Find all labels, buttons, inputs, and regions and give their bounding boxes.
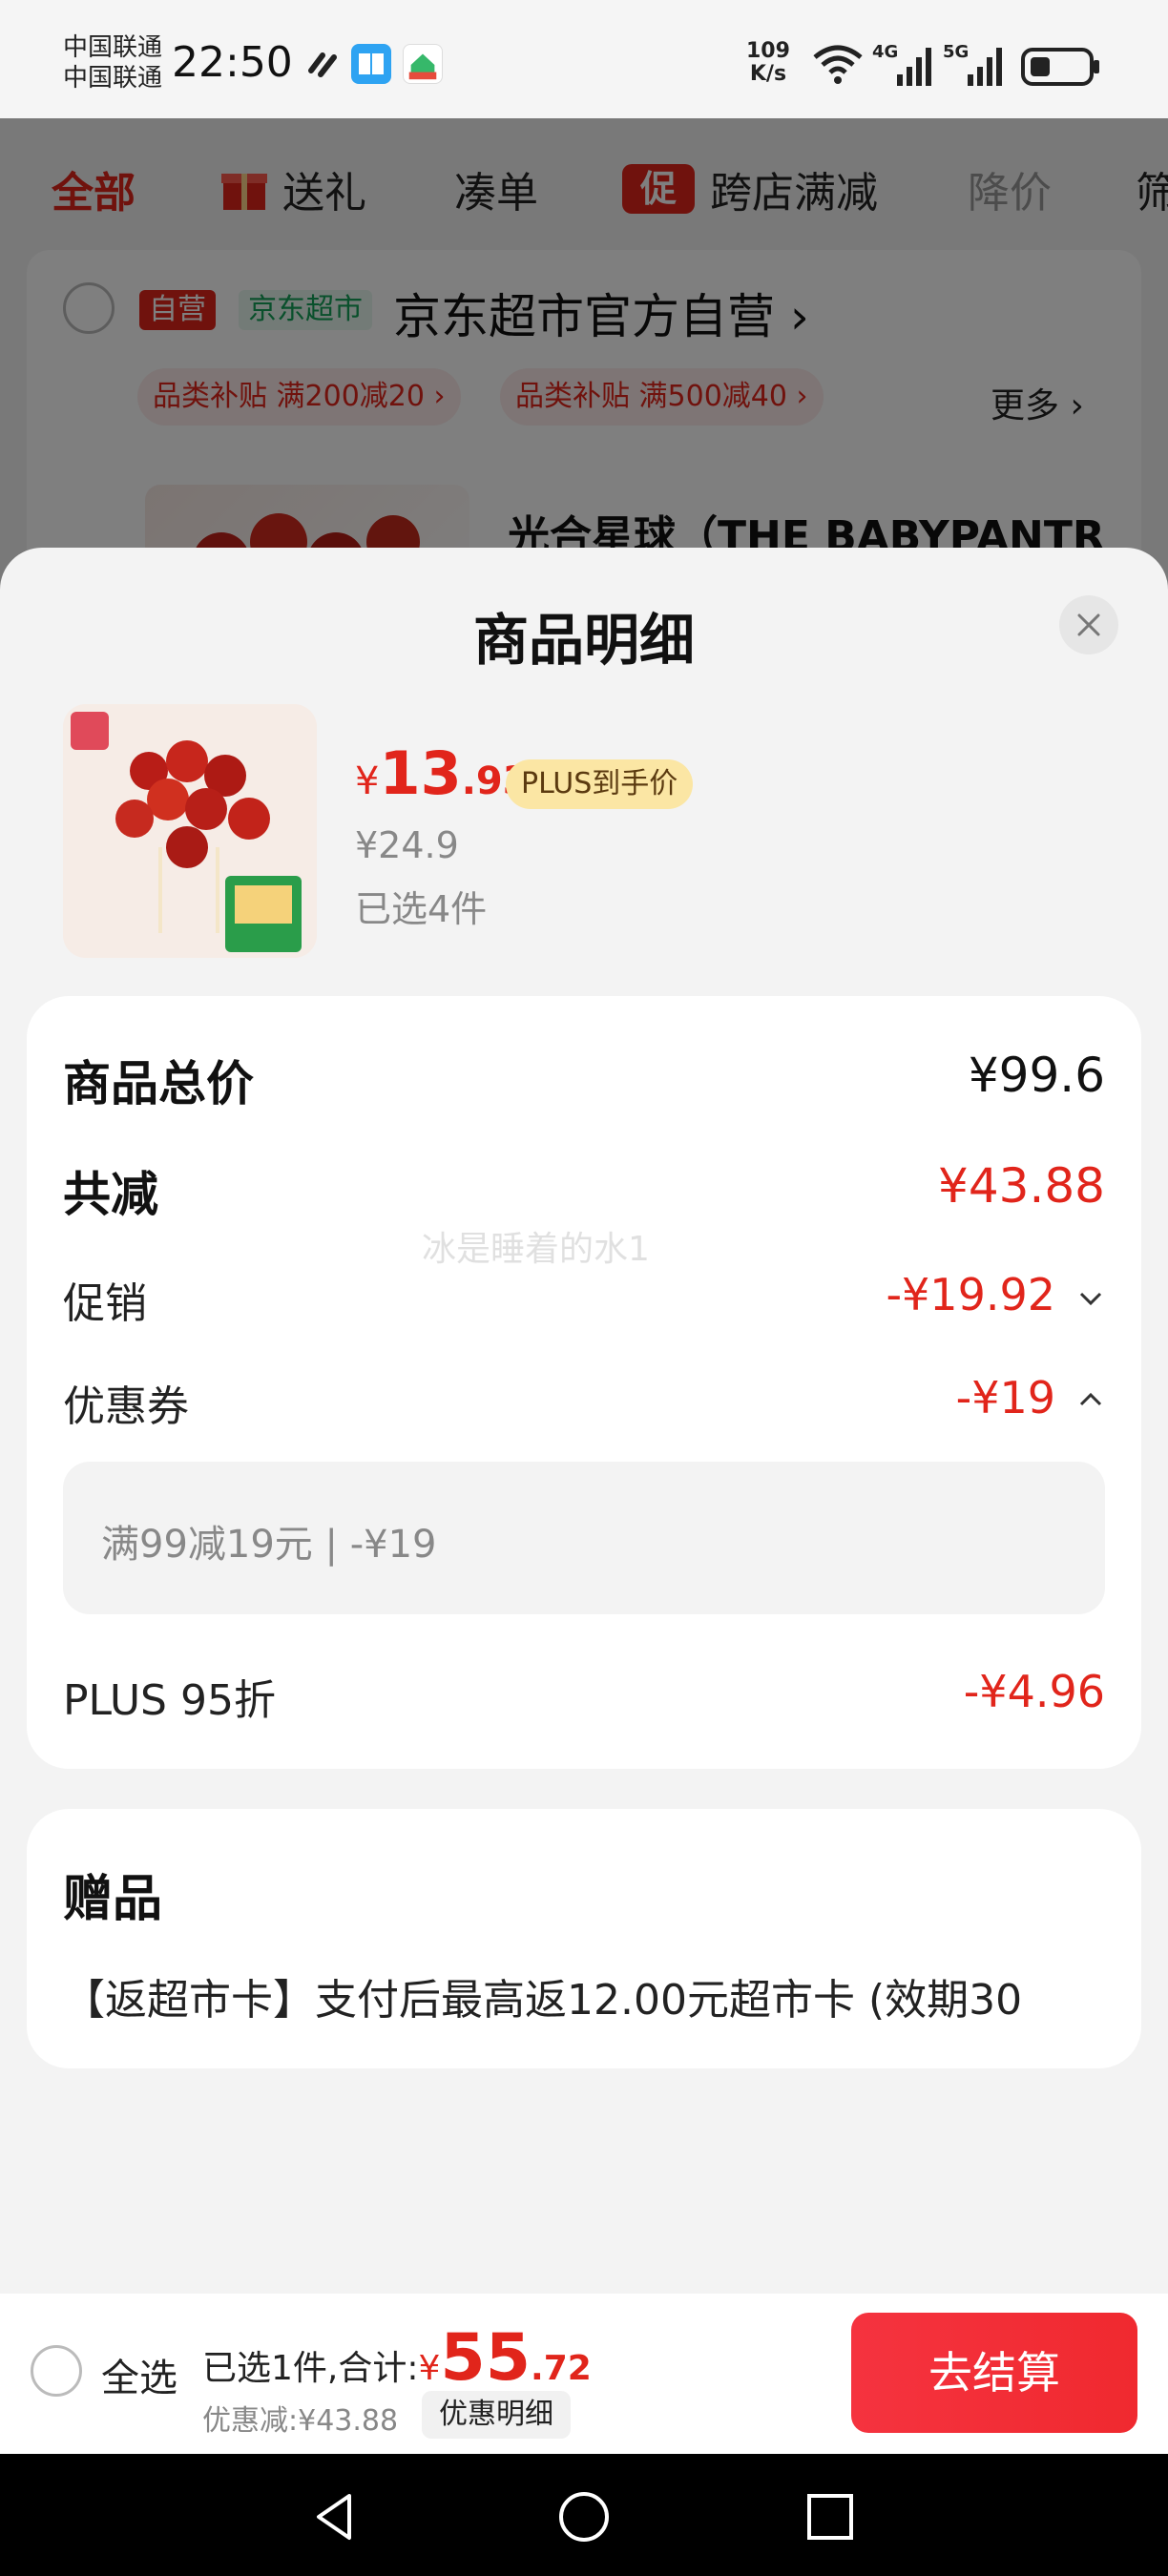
total-reduction-label: 共减 <box>63 1167 158 1222</box>
carrier-1: 中国联通 <box>63 33 163 62</box>
back-icon[interactable] <box>307 2488 365 2545</box>
signal-4g-icon: 4G <box>872 42 931 86</box>
signal-5g-icon: 5G <box>943 42 1002 86</box>
checkout-button[interactable]: 去结算 <box>851 2313 1137 2433</box>
recents-icon[interactable] <box>803 2490 857 2544</box>
price-integer: 13 <box>379 738 462 808</box>
total-reduction-value: ¥43.88 <box>938 1158 1105 1214</box>
carrier-labels: 中国联通 中国联通 <box>63 32 162 93</box>
close-icon <box>1077 613 1100 636</box>
plus-price: ¥13.93 <box>355 738 530 808</box>
home-icon[interactable] <box>555 2488 613 2545</box>
chevron-up-icon[interactable] <box>1076 1385 1105 1414</box>
clock: 22:50 <box>172 38 293 87</box>
price-currency: ¥ <box>355 759 380 803</box>
book-app-icon <box>351 44 391 84</box>
total-price-value: ¥99.6 <box>968 1048 1105 1103</box>
close-button[interactable] <box>1059 595 1118 654</box>
watermark: 冰是睡着的水1 <box>422 1230 650 1269</box>
discount-detail-button[interactable]: 优惠明细 <box>422 2391 571 2439</box>
total-price-label: 商品总价 <box>63 1056 254 1111</box>
system-nav-bar <box>0 2454 1168 2576</box>
net-speed: 109 K/s <box>746 40 790 86</box>
net-5g-label: 5G <box>943 42 969 62</box>
plus-price-badge: PLUS到手价 <box>506 759 694 809</box>
select-all-label[interactable]: 全选 <box>101 2347 177 2402</box>
discount-summary: 优惠减:¥43.88 <box>202 2404 399 2438</box>
net-4g-label: 4G <box>872 42 898 62</box>
product-image <box>63 704 317 958</box>
summary-label: 已选1件,合计: <box>202 2349 419 2388</box>
total-integer: 55 <box>440 2320 532 2396</box>
total-currency: ¥ <box>418 2349 441 2388</box>
checkout-bar: 全选 已选1件,合计:¥55.72 优惠减:¥43.88 优惠明细 去结算 <box>0 2294 1168 2454</box>
total-decimal: .72 <box>531 2349 592 2388</box>
gift-title: 赠品 <box>63 1871 163 1928</box>
original-price: ¥24.9 <box>355 824 459 866</box>
net-speed-unit: K/s <box>749 62 787 86</box>
net-speed-value: 109 <box>746 39 790 63</box>
carrier-2: 中国联通 <box>63 64 163 93</box>
promotion-label: 促销 <box>63 1279 147 1328</box>
coupon-detail-text: 满99减19元 | -¥19 <box>101 1523 437 1567</box>
battery-icon <box>1021 48 1099 86</box>
link-icon <box>308 52 337 77</box>
gift-card: 赠品 【返超市卡】支付后最高返12.00元超市卡 (效期30 <box>27 1809 1141 2068</box>
price-detail-card: 商品总价 ¥99.6 共减 ¥43.88 冰是睡着的水1 促销 -¥19.92 … <box>27 996 1141 1769</box>
sheet-title: 商品明细 <box>472 608 695 673</box>
total-summary: 已选1件,合计:¥55.72 <box>202 2320 592 2396</box>
plus-discount-value: -¥4.96 <box>963 1666 1105 1717</box>
coupon-label: 优惠券 <box>63 1382 189 1431</box>
promotion-value[interactable]: -¥19.92 <box>886 1269 1055 1320</box>
selected-count: 已选4件 <box>355 888 488 930</box>
coupon-detail-box: 满99减19元 | -¥19 <box>63 1462 1105 1614</box>
plus-discount-label: PLUS 95折 <box>63 1676 276 1725</box>
select-all-checkbox[interactable] <box>31 2345 82 2397</box>
chevron-down-icon[interactable] <box>1076 1284 1105 1313</box>
coupon-value[interactable]: -¥19 <box>956 1372 1055 1423</box>
status-bar: 中国联通 中国联通 22:50 109 K/s 4G 5G <box>0 0 1168 118</box>
wifi-icon <box>813 45 863 84</box>
gift-description: 【返超市卡】支付后最高返12.00元超市卡 (效期30 <box>63 1976 1023 2025</box>
home-app-icon <box>403 44 443 84</box>
product-detail-sheet: 商品明细 ¥13.93 PLUS到手价 ¥24.9 已选4件 商品总价 ¥99.… <box>0 548 1168 2456</box>
